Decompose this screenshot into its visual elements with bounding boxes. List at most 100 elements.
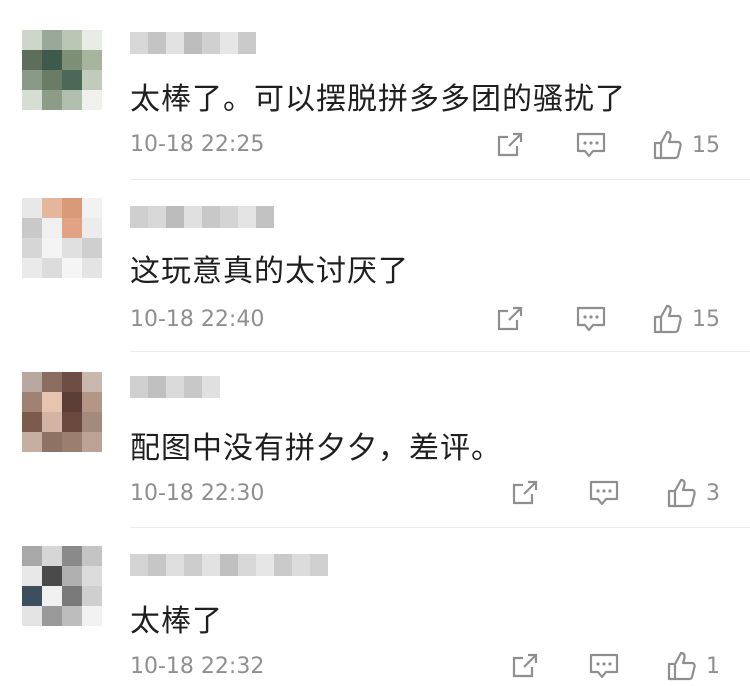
username-block <box>184 206 202 228</box>
comment-time: 10-18 22:32 <box>130 654 265 679</box>
avatar-pixel <box>42 566 62 586</box>
like-button[interactable]: 1 <box>666 650 720 682</box>
username-block <box>184 32 202 54</box>
avatar-pixel <box>22 258 42 278</box>
avatar-pixel <box>22 412 42 432</box>
reply-button[interactable] <box>575 304 607 334</box>
username-block <box>166 554 184 576</box>
reply-icon <box>589 653 619 679</box>
username-block <box>184 554 202 576</box>
avatar-pixel <box>62 50 82 70</box>
username-block <box>130 554 148 576</box>
like-button[interactable]: 3 <box>666 477 720 509</box>
comment-item: 太棒了。可以摆脱拼多多团的骚扰了 10-18 22:25 15 <box>0 0 750 180</box>
username-block <box>148 376 166 398</box>
avatar-pixel <box>42 392 62 412</box>
username-block <box>274 554 292 576</box>
username-block <box>202 32 220 54</box>
avatar-pixel <box>22 238 42 258</box>
avatar[interactable] <box>22 372 102 452</box>
comment-text: 太棒了 <box>130 604 223 639</box>
avatar-pixel <box>62 586 82 606</box>
avatar-pixel <box>62 372 82 392</box>
avatar-pixel <box>82 432 102 452</box>
avatar-pixel <box>62 566 82 586</box>
avatar-pixel <box>82 412 102 432</box>
username-block <box>130 206 148 228</box>
username-block <box>166 376 184 398</box>
thumbs-up-icon <box>667 651 696 681</box>
comment-time: 10-18 22:30 <box>130 481 265 506</box>
avatar-pixel <box>42 432 62 452</box>
avatar-pixel <box>62 546 82 566</box>
username-block <box>148 32 166 54</box>
avatar-pixel <box>22 566 42 586</box>
like-count: 15 <box>692 306 720 332</box>
username-block <box>310 554 328 576</box>
reply-button[interactable] <box>575 130 607 160</box>
username-block <box>220 32 238 54</box>
share-icon <box>512 653 538 678</box>
avatar-pixel <box>22 586 42 606</box>
avatar-pixel <box>22 70 42 90</box>
avatar-pixel <box>82 258 102 278</box>
share-button[interactable] <box>495 130 525 160</box>
avatar-pixel <box>22 30 42 50</box>
comment-item: 这玩意真的太讨厌了 10-18 22:40 15 <box>0 180 750 352</box>
avatar-pixel <box>42 218 62 238</box>
avatar[interactable] <box>22 30 102 110</box>
username-blurred[interactable] <box>130 206 274 230</box>
username-block <box>202 206 220 228</box>
like-button[interactable]: 15 <box>652 303 720 335</box>
share-button[interactable] <box>510 651 540 681</box>
avatar-pixel <box>62 198 82 218</box>
username-block <box>148 554 166 576</box>
avatar-pixel <box>22 432 42 452</box>
avatar-pixel <box>42 372 62 392</box>
username-block <box>166 32 184 54</box>
share-button[interactable] <box>510 478 540 508</box>
avatar-pixel <box>82 606 102 626</box>
avatar[interactable] <box>22 546 102 626</box>
avatar-pixel <box>42 258 62 278</box>
avatar-pixel <box>82 198 102 218</box>
avatar-pixel <box>62 392 82 412</box>
avatar-pixel <box>22 372 42 392</box>
username-block <box>238 32 256 54</box>
avatar[interactable] <box>22 198 102 278</box>
username-block <box>130 32 148 54</box>
comment-time: 10-18 22:25 <box>130 132 265 157</box>
comment-item: 太棒了 10-18 22:32 1 <box>0 528 750 686</box>
username-block <box>238 554 256 576</box>
username-blurred[interactable] <box>130 554 328 578</box>
share-button[interactable] <box>495 304 525 334</box>
avatar-pixel <box>22 392 42 412</box>
share-icon <box>497 306 523 331</box>
avatar-pixel <box>82 70 102 90</box>
share-icon <box>512 480 538 505</box>
username-blurred[interactable] <box>130 376 220 400</box>
avatar-pixel <box>22 90 42 110</box>
reply-button[interactable] <box>588 478 620 508</box>
avatar-pixel <box>42 30 62 50</box>
avatar-pixel <box>22 606 42 626</box>
reply-button[interactable] <box>588 651 620 681</box>
comment-text: 太棒了。可以摆脱拼多多团的骚扰了 <box>130 82 626 117</box>
thumbs-up-icon <box>653 304 682 334</box>
reply-icon <box>589 480 619 506</box>
username-block <box>202 376 220 398</box>
like-button[interactable]: 15 <box>652 129 720 161</box>
avatar-pixel <box>82 546 102 566</box>
avatar-pixel <box>42 412 62 432</box>
avatar-pixel <box>82 392 102 412</box>
comment-item: 配图中没有拼夕夕，差评。 10-18 22:30 3 <box>0 352 750 528</box>
avatar-pixel <box>62 30 82 50</box>
username-blurred[interactable] <box>130 32 256 56</box>
avatar-pixel <box>22 198 42 218</box>
username-block <box>184 376 202 398</box>
like-count: 15 <box>692 132 720 158</box>
avatar-pixel <box>62 218 82 238</box>
avatar-pixel <box>22 50 42 70</box>
avatar-pixel <box>62 90 82 110</box>
username-block <box>202 554 220 576</box>
